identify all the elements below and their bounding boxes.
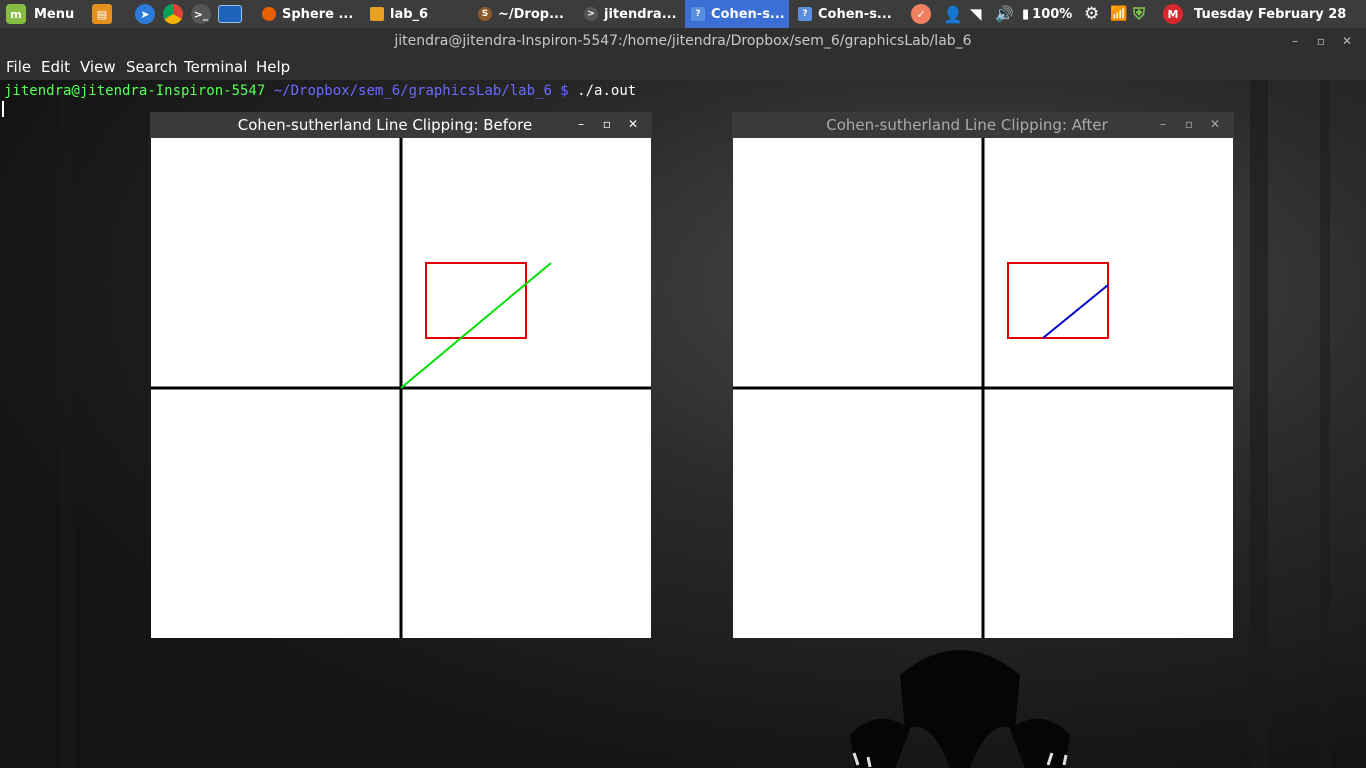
window-after-title: Cohen-sutherland Line Clipping: After	[826, 116, 1108, 134]
volume-icon: 🔊	[995, 5, 1014, 23]
terminal-titlebar: jitendra@jitendra-Inspiron-5547:/home/ji…	[0, 28, 1366, 56]
menu-file[interactable]: File	[6, 58, 31, 76]
prompt-command: ./a.out	[577, 83, 637, 99]
show-desktop-icon: ▤	[92, 4, 112, 24]
unknown-app-icon: ?	[798, 7, 812, 21]
tray-hotspot[interactable]: 📶	[1110, 0, 1127, 28]
chrome-icon	[163, 4, 183, 24]
gear-icon: ⚙	[1084, 4, 1100, 24]
wallpaper-creature	[850, 650, 1070, 768]
taskbar-tab-dropbox[interactable]: S ~/Drop...	[472, 0, 576, 28]
taskbar-tab-cohen-after[interactable]: ? Cohen-s...	[792, 0, 896, 28]
user-icon: 👤	[943, 4, 963, 24]
terminal-icon: >_	[191, 4, 211, 24]
unknown-app-icon: ?	[691, 7, 705, 21]
hotspot-icon: 📶	[1110, 6, 1128, 22]
tab-label: ~/Drop...	[498, 6, 564, 22]
battery-percent: 100%	[1032, 6, 1073, 22]
window-after-titlebar[interactable]: Cohen-sutherland Line Clipping: After – …	[732, 112, 1234, 138]
wallpaper-tree	[1250, 80, 1268, 768]
shield-icon: ⛨	[1133, 4, 1146, 23]
update-manager-icon: ✓	[911, 4, 931, 24]
terminal-icon: >	[584, 7, 598, 21]
sublime-text-icon: S	[478, 7, 492, 21]
window-after: Cohen-sutherland Line Clipping: After – …	[732, 112, 1234, 639]
launcher-chrome[interactable]	[163, 0, 183, 28]
tab-label: lab_6	[390, 6, 429, 22]
top-panel: m Menu ▤ ➤ >_ Sphere ... lab_6 S ~/Drop.…	[0, 0, 1366, 28]
close-button[interactable]: ✕	[1338, 32, 1356, 50]
menu-search[interactable]: Search	[126, 58, 178, 76]
minimize-button[interactable]: –	[1286, 32, 1304, 50]
tray-user[interactable]: 👤	[943, 0, 963, 28]
compass-icon: ➤	[135, 4, 155, 24]
prompt-user: jitendra@jitendra-Inspiron-5547	[4, 83, 266, 99]
prompt-path: ~/Dropbox/sem_6/graphicsLab/lab_6 $	[265, 83, 578, 99]
terminal-title: jitendra@jitendra-Inspiron-5547:/home/ji…	[394, 33, 972, 49]
maximize-button[interactable]: ▫	[1312, 32, 1330, 50]
taskbar-tab-lab6[interactable]: lab_6	[364, 0, 468, 28]
menu-view[interactable]: View	[80, 58, 116, 76]
drawing-canvas-before	[151, 138, 651, 638]
tray-mintupdate[interactable]: ✓	[911, 0, 931, 28]
menu-label: Menu	[34, 6, 75, 22]
window-before: Cohen-sutherland Line Clipping: Before –…	[150, 112, 652, 639]
menu-button[interactable]: m Menu	[6, 0, 74, 28]
maximize-button[interactable]: ▫	[599, 116, 615, 132]
minimize-button[interactable]: –	[1155, 116, 1171, 132]
tab-label: Cohen-s...	[818, 6, 892, 22]
mint-logo-icon: m	[6, 4, 26, 24]
tab-label: jitendra...	[604, 6, 677, 22]
launcher-browser[interactable]: ➤	[135, 0, 155, 28]
battery-icon: ▮	[1022, 6, 1030, 22]
display-icon	[218, 5, 242, 23]
launcher-screen[interactable]	[218, 0, 242, 28]
taskbar-tab-cohen-before[interactable]: ? Cohen-s...	[685, 0, 789, 28]
wallpaper-tree	[1320, 80, 1330, 768]
tray-settings[interactable]: ⚙	[1084, 0, 1099, 28]
tab-label: Cohen-s...	[711, 6, 785, 22]
panel-clock[interactable]: Tuesday February 28	[1194, 0, 1346, 28]
terminal-prompt-line: jitendra@jitendra-Inspiron-5547 ~/Dropbo…	[4, 83, 636, 99]
menu-help[interactable]: Help	[256, 58, 290, 76]
taskbar-tab-terminal[interactable]: > jitendra...	[578, 0, 682, 28]
line-segment	[400, 262, 552, 389]
drawing-canvas-after	[733, 138, 1233, 638]
wallpaper-tree	[60, 80, 74, 768]
menu-terminal[interactable]: Terminal	[184, 58, 247, 76]
firefox-icon	[262, 7, 276, 21]
terminal-menubar: File Edit View Search Terminal Help	[0, 56, 1366, 80]
window-before-titlebar[interactable]: Cohen-sutherland Line Clipping: Before –…	[150, 112, 652, 138]
close-button[interactable]: ✕	[1207, 116, 1223, 132]
terminal-cursor	[2, 101, 4, 117]
maximize-button[interactable]: ▫	[1181, 116, 1197, 132]
taskbar-tab-sphere[interactable]: Sphere ...	[256, 0, 360, 28]
menu-edit[interactable]: Edit	[41, 58, 70, 76]
tray-shield[interactable]: ⛨	[1133, 0, 1145, 28]
mega-icon: M	[1163, 4, 1183, 24]
folder-icon	[370, 7, 384, 21]
window-before-title: Cohen-sutherland Line Clipping: Before	[237, 116, 533, 134]
tray-volume[interactable]: 🔊	[995, 0, 1014, 28]
tray-network[interactable]: ◥	[970, 0, 982, 28]
tray-mega[interactable]: M	[1163, 0, 1183, 28]
launcher-show-desktop[interactable]: ▤	[92, 0, 112, 28]
tray-battery[interactable]: ▮ 100%	[1022, 0, 1072, 28]
line-segment	[1042, 284, 1109, 339]
tab-label: Sphere ...	[282, 6, 354, 22]
minimize-button[interactable]: –	[573, 116, 589, 132]
launcher-terminal[interactable]: >_	[191, 0, 211, 28]
close-button[interactable]: ✕	[625, 116, 641, 132]
clock-text: Tuesday February 28	[1194, 6, 1347, 22]
wifi-icon: ◥	[970, 5, 982, 23]
